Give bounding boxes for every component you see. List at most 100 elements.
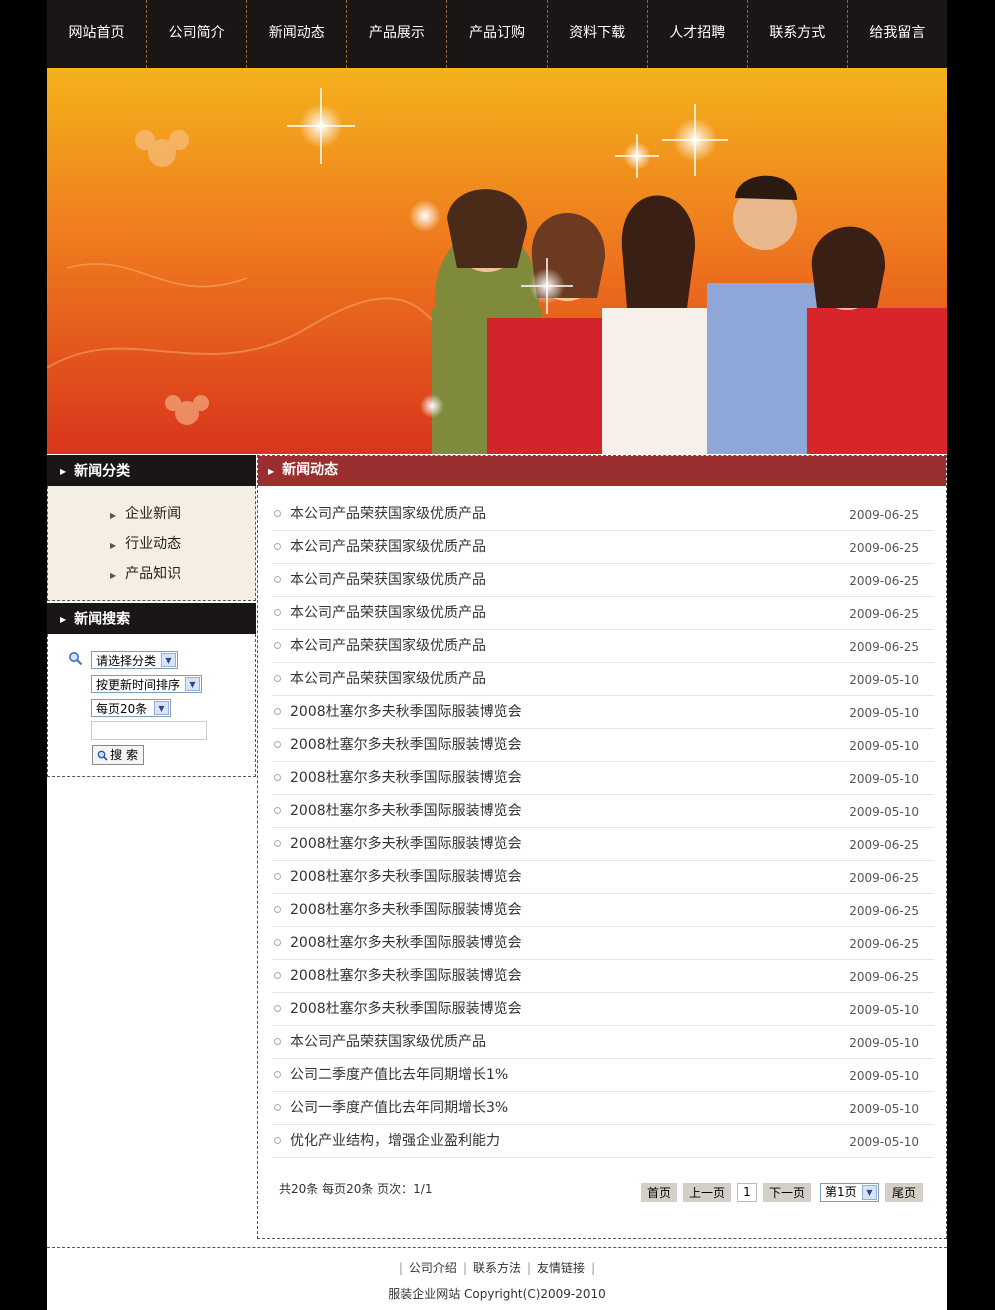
news-row[interactable]: 2008杜塞尔多夫秋季国际服装博览会 2009-06-25: [272, 927, 934, 960]
category-header: ▶ 新闻分类: [47, 455, 256, 486]
news-item-title[interactable]: 本公司产品荣获国家级优质产品: [290, 564, 486, 596]
news-item-title[interactable]: 本公司产品荣获国家级优质产品: [290, 663, 486, 695]
news-item-title[interactable]: 公司二季度产值比去年同期增长1%: [290, 1059, 508, 1091]
nav-downloads[interactable]: 资料下载: [548, 0, 648, 68]
search-header: ▶ 新闻搜索: [47, 603, 256, 634]
nav-products[interactable]: 产品展示: [347, 0, 448, 68]
footer-link-about[interactable]: 公司介绍: [409, 1261, 457, 1275]
news-row[interactable]: 本公司产品荣获国家级优质产品 2009-05-10: [272, 663, 934, 696]
news-row[interactable]: 公司二季度产值比去年同期增长1% 2009-05-10: [272, 1059, 934, 1092]
nav-message[interactable]: 给我留言: [848, 0, 947, 68]
news-item-title[interactable]: 本公司产品荣获国家级优质产品: [290, 1026, 486, 1058]
news-row[interactable]: 2008杜塞尔多夫秋季国际服装博览会 2009-05-10: [272, 696, 934, 729]
news-row[interactable]: 优化产业结构，增强企业盈利能力 2009-05-10: [272, 1125, 934, 1158]
search-button[interactable]: 搜 索: [92, 745, 144, 765]
category-label: 企业新闻: [125, 506, 182, 522]
news-row[interactable]: 本公司产品荣获国家级优质产品 2009-06-25: [272, 498, 934, 531]
news-item-title[interactable]: 2008杜塞尔多夫秋季国际服装博览会: [290, 993, 522, 1025]
news-item-title[interactable]: 2008杜塞尔多夫秋季国际服装博览会: [290, 927, 522, 959]
category-item-product-knowledge[interactable]: ▶ 产品知识: [48, 559, 255, 589]
news-row[interactable]: 本公司产品荣获国家级优质产品 2009-06-25: [272, 630, 934, 663]
nav-jobs[interactable]: 人才招聘: [648, 0, 748, 68]
news-row[interactable]: 2008杜塞尔多夫秋季国际服装博览会 2009-05-10: [272, 729, 934, 762]
news-row[interactable]: 本公司产品荣获国家级优质产品 2009-06-25: [272, 564, 934, 597]
category-select[interactable]: 请选择分类 ▼: [91, 651, 178, 669]
keyword-input[interactable]: [91, 721, 207, 740]
bullet-icon: [274, 906, 281, 913]
separator: |: [398, 1261, 403, 1275]
news-row[interactable]: 2008杜塞尔多夫秋季国际服装博览会 2009-05-10: [272, 795, 934, 828]
page: 网站首页 公司简介 新闻动态 产品展示 产品订购 资料下载 人才招聘 联系方式 …: [47, 0, 947, 1310]
sort-select[interactable]: 按更新时间排序 ▼: [91, 675, 202, 693]
bullet-icon: [274, 675, 281, 682]
bullet-icon: [274, 774, 281, 781]
news-item-date: 2009-05-10: [849, 1102, 919, 1116]
news-item-title[interactable]: 本公司产品荣获国家级优质产品: [290, 597, 486, 629]
news-item-title[interactable]: 2008杜塞尔多夫秋季国际服装博览会: [290, 861, 522, 893]
category-item-industry-news[interactable]: ▶ 行业动态: [48, 529, 255, 559]
news-item-title[interactable]: 2008杜塞尔多夫秋季国际服装博览会: [290, 729, 522, 761]
news-row[interactable]: 2008杜塞尔多夫秋季国际服装博览会 2009-06-25: [272, 960, 934, 993]
nav-about[interactable]: 公司简介: [147, 0, 248, 68]
top-nav: 网站首页 公司简介 新闻动态 产品展示 产品订购 资料下载 人才招聘 联系方式 …: [47, 0, 947, 69]
per-page-select[interactable]: 每页20条 ▼: [91, 699, 171, 717]
news-row[interactable]: 2008杜塞尔多夫秋季国际服装博览会 2009-06-25: [272, 861, 934, 894]
news-item-title[interactable]: 2008杜塞尔多夫秋季国际服装博览会: [290, 696, 522, 728]
nav-contact[interactable]: 联系方式: [748, 0, 848, 68]
news-row[interactable]: 2008杜塞尔多夫秋季国际服装博览会 2009-06-25: [272, 828, 934, 861]
news-item-title[interactable]: 2008杜塞尔多夫秋季国际服装博览会: [290, 960, 522, 992]
category-label: 产品知识: [125, 566, 182, 582]
bullet-icon: [274, 510, 281, 517]
separator: |: [527, 1261, 532, 1275]
news-item-date: 2009-06-25: [849, 871, 919, 885]
news-item-title[interactable]: 2008杜塞尔多夫秋季国际服装博览会: [290, 795, 522, 827]
category-item-enterprise-news[interactable]: ▶ 企业新闻: [48, 499, 255, 529]
news-row[interactable]: 公司一季度产值比去年同期增长3% 2009-05-10: [272, 1092, 934, 1125]
bullet-icon: [274, 1005, 281, 1012]
news-item-title[interactable]: 优化产业结构，增强企业盈利能力: [290, 1125, 500, 1157]
news-item-title[interactable]: 公司一季度产值比去年同期增长3%: [290, 1092, 508, 1124]
first-page-button[interactable]: 首页: [641, 1183, 677, 1202]
page-select[interactable]: 第1页 ▼: [820, 1183, 879, 1202]
footer-link-contact[interactable]: 联系方法: [473, 1261, 521, 1275]
news-item-title[interactable]: 2008杜塞尔多夫秋季国际服装博览会: [290, 894, 522, 926]
news-item-date: 2009-05-10: [849, 739, 919, 753]
news-row[interactable]: 本公司产品荣获国家级优质产品 2009-06-25: [272, 597, 934, 630]
bullet-icon: [274, 609, 281, 616]
news-item-date: 2009-06-25: [849, 574, 919, 588]
news-row[interactable]: 2008杜塞尔多夫秋季国际服装博览会 2009-05-10: [272, 993, 934, 1026]
news-row[interactable]: 本公司产品荣获国家级优质产品 2009-05-10: [272, 1026, 934, 1059]
nav-home[interactable]: 网站首页: [47, 0, 148, 68]
news-item-date: 2009-06-25: [849, 607, 919, 621]
search-icon: [97, 750, 108, 761]
chevron-down-icon: ▼: [154, 701, 169, 715]
next-page-button[interactable]: 下一页: [763, 1183, 811, 1202]
news-item-title[interactable]: 本公司产品荣获国家级优质产品: [290, 630, 486, 662]
news-item-title[interactable]: 2008杜塞尔多夫秋季国际服装博览会: [290, 762, 522, 794]
bullet-icon: [274, 1137, 281, 1144]
pagination-info: 共20条 每页20条 页次：1/1: [279, 1182, 433, 1196]
news-item-date: 2009-06-25: [849, 904, 919, 918]
news-item-date: 2009-06-25: [849, 838, 919, 852]
news-item-date: 2009-05-10: [849, 673, 919, 687]
news-item-title[interactable]: 本公司产品荣获国家级优质产品: [290, 498, 486, 530]
news-item-title[interactable]: 本公司产品荣获国家级优质产品: [290, 531, 486, 563]
bullet-icon: [274, 939, 281, 946]
footer-link-friends[interactable]: 友情链接: [537, 1261, 585, 1275]
news-item-date: 2009-05-10: [849, 805, 919, 819]
news-item-date: 2009-05-10: [849, 772, 919, 786]
nav-news[interactable]: 新闻动态: [247, 0, 348, 68]
sort-select-value: 按更新时间排序: [96, 678, 181, 692]
news-title: 新闻动态: [282, 462, 339, 478]
news-row[interactable]: 2008杜塞尔多夫秋季国际服装博览会 2009-05-10: [272, 762, 934, 795]
nav-order[interactable]: 产品订购: [447, 0, 548, 68]
search-panel: 请选择分类 ▼ 按更新时间排序 ▼ 每页20条 ▼ 搜 索: [47, 634, 256, 777]
prev-page-button[interactable]: 上一页: [683, 1183, 731, 1202]
bullet-icon: [274, 840, 281, 847]
bullet-icon: [274, 708, 281, 715]
news-row[interactable]: 2008杜塞尔多夫秋季国际服装博览会 2009-06-25: [272, 894, 934, 927]
news-row[interactable]: 本公司产品荣获国家级优质产品 2009-06-25: [272, 531, 934, 564]
news-item-title[interactable]: 2008杜塞尔多夫秋季国际服装博览会: [290, 828, 522, 860]
last-page-button[interactable]: 尾页: [885, 1183, 923, 1202]
bullet-icon: [274, 642, 281, 649]
